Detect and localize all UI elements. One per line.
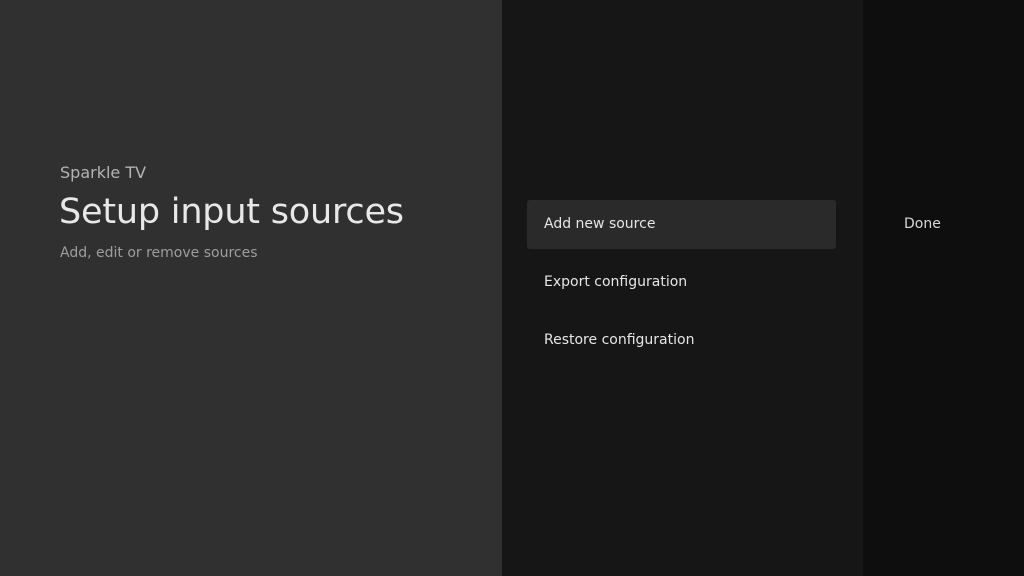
page-description: Add, edit or remove sources bbox=[60, 245, 258, 261]
setup-input-sources-screen: Sparkle TV Setup input sources Add, edit… bbox=[0, 0, 1024, 576]
actions-panel: Add new source Export configuration Rest… bbox=[502, 0, 863, 576]
secondary-actions-panel: Done bbox=[863, 0, 1024, 576]
page-title: Setup input sources bbox=[59, 192, 404, 232]
done-button[interactable]: Done bbox=[904, 200, 941, 249]
restore-configuration-action[interactable]: Restore configuration bbox=[527, 316, 836, 365]
guidance-panel: Sparkle TV Setup input sources Add, edit… bbox=[0, 0, 502, 576]
add-new-source-action[interactable]: Add new source bbox=[527, 200, 836, 249]
breadcrumb: Sparkle TV bbox=[60, 163, 147, 182]
export-configuration-action[interactable]: Export configuration bbox=[527, 258, 836, 307]
